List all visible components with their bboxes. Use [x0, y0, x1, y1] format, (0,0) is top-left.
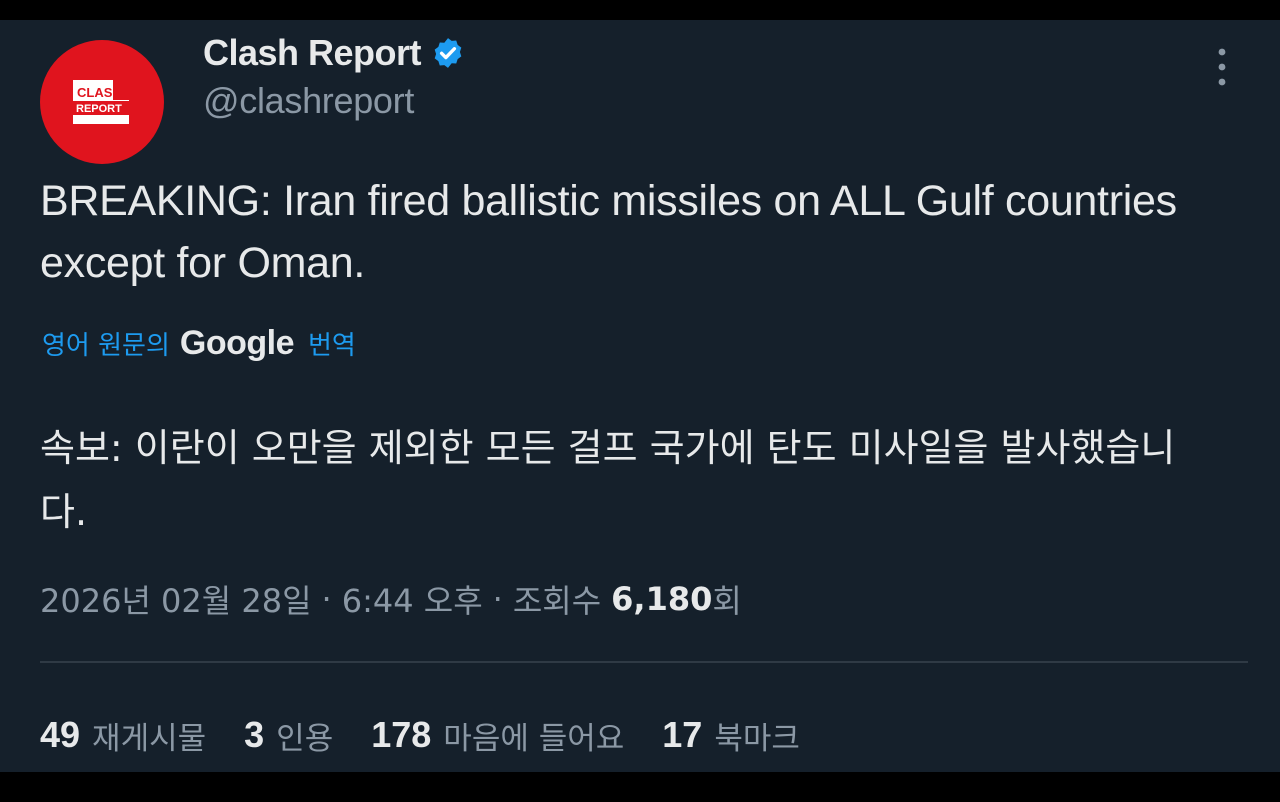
views-count: 6,180 [611, 580, 713, 618]
avatar[interactable]: CLASH REPORT [40, 40, 164, 164]
views-label: 조회수 [512, 582, 602, 620]
engagement-stats: 49 재게시물 3 인용 178 마음에 들어요 17 북마크 [40, 712, 838, 758]
tweet-panel: CLASH REPORT Clash Report @clashreport B… [0, 20, 1280, 772]
bookmark-label: 북마크 [714, 720, 800, 757]
author-display-name[interactable]: Clash Report [203, 32, 422, 74]
views-unit: 회 [712, 582, 742, 620]
logo-text-report: REPORT [76, 103, 122, 115]
meta-separator: · [321, 580, 332, 618]
author-name-row: Clash Report [203, 28, 465, 78]
stat-quotes[interactable]: 3 인용 [244, 713, 333, 758]
tweet-time[interactable]: 6:44 오후 [342, 576, 483, 622]
meta-separator: · [492, 580, 503, 618]
like-count: 178 [371, 714, 432, 755]
divider [40, 661, 1248, 663]
stat-likes[interactable]: 178 마음에 들어요 [371, 713, 624, 758]
verified-badge-icon [434, 38, 462, 68]
logo-text-clash: CLASH [77, 85, 122, 100]
quote-count: 3 [244, 714, 265, 755]
bookmark-count: 17 [662, 714, 703, 755]
stat-bookmarks[interactable]: 17 북마크 [662, 713, 800, 758]
clash-report-logo: CLASH REPORT [73, 80, 129, 124]
translation-suffix-link[interactable]: 번역 [308, 325, 356, 362]
translation-prefix-link[interactable]: 영어 원문의 [42, 325, 170, 362]
stat-reposts[interactable]: 49 재게시물 [40, 713, 206, 758]
translated-text: 속보: 이란이 오만을 제외한 모든 걸프 국가에 탄도 미사일을 발사했습니다… [40, 426, 1176, 534]
more-vertical-icon[interactable] [1210, 46, 1234, 88]
repost-label: 재게시물 [92, 720, 207, 757]
tweet-date[interactable]: 2026년 02월 28일 [40, 576, 312, 622]
like-label: 마음에 들어요 [443, 720, 625, 757]
tweet-meta: 2026년 02월 28일 · 6:44 오후 · 조회수 6,180 회 [40, 576, 742, 622]
author-handle[interactable]: @clashreport [203, 80, 414, 122]
repost-count: 49 [40, 714, 81, 755]
google-logo: Google [179, 323, 295, 362]
translation-attribution[interactable]: 영어 원문의 Google 번역 [42, 320, 356, 366]
quote-label: 인용 [276, 720, 334, 757]
tweet-text: BREAKING: Iran fired ballistic missiles … [40, 177, 1177, 287]
